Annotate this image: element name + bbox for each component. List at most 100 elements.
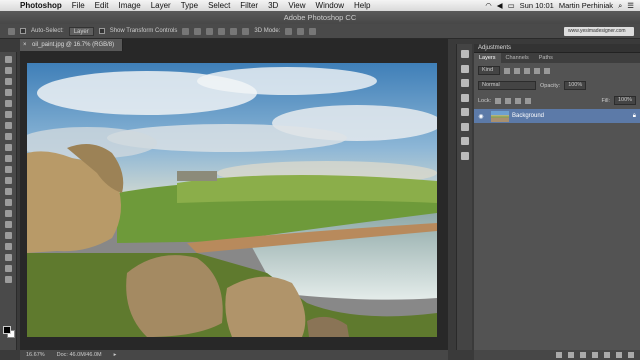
layer-thumbnail (491, 110, 509, 122)
3d-rotate-icon[interactable] (285, 27, 293, 35)
clock[interactable]: Sun 10:01 (520, 1, 554, 10)
menu-3d[interactable]: 3D (263, 1, 283, 10)
path-select-tool-icon[interactable] (4, 232, 12, 239)
healing-tool-icon[interactable] (4, 122, 12, 129)
stamp-tool-icon[interactable] (4, 144, 12, 151)
menu-window[interactable]: Window (311, 1, 349, 10)
crop-tool-icon[interactable] (4, 100, 12, 107)
brush-panel-icon[interactable] (460, 137, 469, 145)
type-filter-icon[interactable] (524, 67, 530, 74)
zoom-tool-icon[interactable] (4, 265, 12, 272)
volume-icon[interactable]: ◀ (497, 1, 503, 10)
adjustments-header[interactable]: Adjustments (474, 44, 640, 53)
shape-filter-icon[interactable] (534, 67, 540, 74)
menu-file[interactable]: File (67, 1, 90, 10)
zoom-level[interactable]: 16.67% (26, 352, 45, 358)
auto-select-label: Auto-Select: (31, 28, 64, 34)
panel-tabs: Layers Channels Paths (474, 53, 640, 63)
hand-tool-icon[interactable] (4, 254, 12, 261)
smart-object-filter-icon[interactable] (544, 67, 550, 74)
fill-input[interactable]: 100% (614, 96, 636, 105)
lock-row: Lock: Fill: 100% (474, 93, 640, 108)
blur-tool-icon[interactable] (4, 188, 12, 195)
new-layer-icon[interactable] (616, 352, 622, 358)
list-icon[interactable]: ☰ (627, 1, 634, 10)
menu-layer[interactable]: Layer (146, 1, 176, 10)
brush-tool-icon[interactable] (4, 133, 12, 140)
fx-icon[interactable] (568, 352, 574, 358)
tab-paths[interactable]: Paths (534, 53, 558, 63)
marquee-tool-icon[interactable] (4, 67, 12, 74)
eyedropper-tool-icon[interactable] (4, 111, 12, 118)
blend-mode-dropdown[interactable]: Normal (478, 81, 536, 90)
align-icon[interactable] (206, 27, 214, 35)
menu-edit[interactable]: Edit (90, 1, 114, 10)
move-tool-icon[interactable] (4, 56, 12, 63)
wifi-icon[interactable]: ◠ (485, 1, 492, 10)
canvas-image[interactable] (27, 63, 437, 337)
extra-tools-icon[interactable] (4, 276, 12, 283)
chevron-right-icon[interactable]: ▸ (114, 352, 117, 358)
move-tool-icon[interactable] (8, 27, 15, 35)
align-icon[interactable] (182, 27, 190, 35)
actions-panel-icon[interactable] (460, 151, 469, 160)
adjustment-filter-icon[interactable] (514, 67, 520, 74)
gradient-tool-icon[interactable] (4, 177, 12, 184)
align-icon[interactable] (194, 27, 202, 35)
mask-icon[interactable] (580, 352, 586, 358)
type-tool-icon[interactable] (4, 221, 12, 228)
history-brush-tool-icon[interactable] (4, 155, 12, 162)
tab-channels[interactable]: Channels (501, 53, 534, 63)
fill-label: Fill: (601, 97, 610, 104)
lock-paint-icon[interactable] (505, 97, 512, 104)
menu-select[interactable]: Select (203, 1, 235, 10)
3d-drag-icon[interactable] (309, 27, 317, 35)
eraser-tool-icon[interactable] (4, 166, 12, 173)
pen-tool-icon[interactable] (4, 210, 12, 217)
folder-icon[interactable] (604, 352, 610, 358)
info-panel-icon[interactable] (460, 122, 469, 131)
shape-tool-icon[interactable] (4, 243, 12, 250)
pixel-filter-icon[interactable] (504, 67, 510, 74)
distribute-icon[interactable] (230, 27, 238, 35)
character-panel-icon[interactable] (460, 93, 469, 102)
trash-icon[interactable] (628, 352, 634, 358)
history-panel-icon[interactable] (460, 50, 469, 58)
close-icon[interactable]: × (23, 39, 27, 51)
document-tab[interactable]: × oil_paint.jpg @ 16.7% (RGB/8) (20, 39, 124, 51)
distribute-icon[interactable] (242, 27, 250, 35)
menu-filter[interactable]: Filter (235, 1, 263, 10)
lock-pixels-icon[interactable] (495, 97, 502, 104)
lock-position-icon[interactable] (515, 97, 522, 104)
paragraph-panel-icon[interactable] (460, 108, 469, 116)
layer-row-background[interactable]: ◉ Background 🔒︎ (474, 109, 640, 123)
tools-panel (0, 52, 17, 350)
properties-panel-icon[interactable] (460, 64, 469, 73)
auto-select-dropdown[interactable]: Layer (68, 26, 94, 36)
auto-select-checkbox[interactable] (20, 28, 26, 34)
search-icon[interactable]: ⌕ (618, 1, 622, 11)
eye-icon[interactable]: ◉ (474, 113, 488, 120)
dodge-tool-icon[interactable] (4, 199, 12, 206)
opacity-input[interactable]: 100% (564, 81, 587, 90)
lasso-tool-icon[interactable] (4, 78, 12, 85)
battery-icon[interactable]: ▭ (508, 1, 515, 10)
distribute-icon[interactable] (218, 27, 226, 35)
tab-layers[interactable]: Layers (474, 53, 501, 63)
document-tab-title: oil_paint.jpg @ 16.7% (RGB/8) (32, 42, 115, 48)
menu-type[interactable]: Type (176, 1, 203, 10)
menu-view[interactable]: View (283, 1, 310, 10)
foreground-color-swatch[interactable] (3, 326, 11, 334)
transform-controls-checkbox[interactable] (98, 28, 105, 34)
3d-roll-icon[interactable] (297, 27, 305, 35)
swatches-panel-icon[interactable] (460, 79, 469, 87)
menu-app[interactable]: Photoshop (18, 1, 67, 10)
menu-help[interactable]: Help (349, 1, 375, 10)
kind-filter-dropdown[interactable]: Kind (478, 66, 500, 75)
lock-all-icon[interactable] (525, 97, 532, 104)
link-icon[interactable] (556, 352, 562, 358)
user-name[interactable]: Martin Perhiniak (559, 1, 613, 10)
adjustment-layer-icon[interactable] (592, 352, 598, 358)
menu-image[interactable]: Image (113, 1, 145, 10)
quick-select-tool-icon[interactable] (4, 89, 12, 96)
